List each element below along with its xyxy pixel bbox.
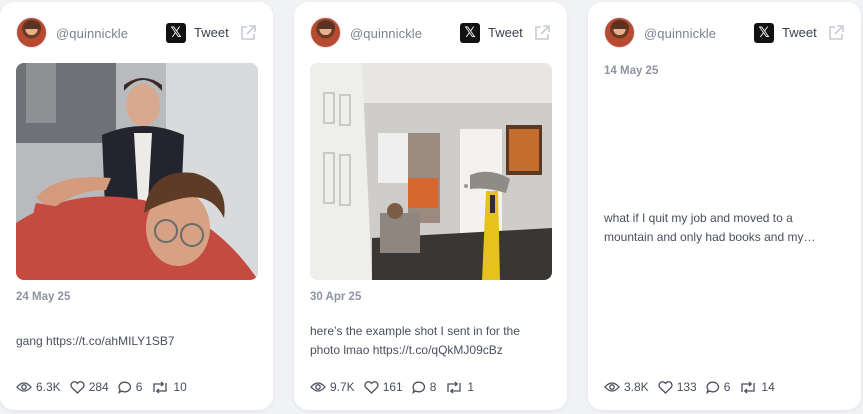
retweets-stat[interactable]: 14 <box>739 380 775 394</box>
tweet-image[interactable] <box>16 63 258 280</box>
eye-icon <box>604 382 620 392</box>
tweet-card[interactable]: @quinnickle 𝕏 Tweet 14 May 25 what if I … <box>588 2 861 410</box>
x-logo-icon: 𝕏 <box>754 23 774 43</box>
tweet-date: 14 May 25 <box>604 65 659 77</box>
tweet-header: @quinnickle 𝕏 Tweet <box>16 17 259 49</box>
tweet-stats: 3.8K 133 6 14 <box>604 378 784 396</box>
user-handle[interactable]: @quinnickle <box>644 26 716 41</box>
avatar[interactable] <box>310 17 341 48</box>
views-count: 3.8K <box>624 380 649 394</box>
retweets-stat[interactable]: 10 <box>151 380 187 394</box>
tweet-text: here’s the example shot I sent in for th… <box>310 324 520 357</box>
retweets-count: 14 <box>761 380 775 394</box>
views-stat: 6.3K <box>16 380 61 394</box>
replies-stat[interactable]: 8 <box>411 380 437 394</box>
retweets-stat[interactable]: 1 <box>445 380 474 394</box>
likes-stat[interactable]: 133 <box>658 380 697 394</box>
comment-icon <box>117 381 131 394</box>
tweet-header: @quinnickle 𝕏 Tweet <box>310 17 553 49</box>
likes-count: 284 <box>88 380 109 394</box>
likes-count: 161 <box>382 380 403 394</box>
tweet-text: gang https://t.co/ahMILY1SB7 <box>16 334 175 348</box>
retweets-count: 10 <box>173 380 187 394</box>
tweet-link-label[interactable]: Tweet <box>194 25 229 40</box>
tweet-card[interactable]: @quinnickle 𝕏 Tweet 30 Apr 25 here’s the… <box>294 2 567 410</box>
avatar[interactable] <box>16 17 47 48</box>
eye-icon <box>16 382 32 392</box>
eye-icon <box>310 382 326 392</box>
tweet-stats: 9.7K 161 8 1 <box>310 378 483 396</box>
tweet-card[interactable]: @quinnickle 𝕏 Tweet 24 May 25 gang https… <box>0 2 273 410</box>
external-link-icon[interactable] <box>826 23 846 43</box>
user-handle[interactable]: @quinnickle <box>350 26 422 41</box>
tweet-link-label[interactable]: Tweet <box>488 25 523 40</box>
views-stat: 3.8K <box>604 380 649 394</box>
replies-stat[interactable]: 6 <box>117 380 143 394</box>
likes-stat[interactable]: 284 <box>70 380 109 394</box>
retweet-icon <box>153 381 168 393</box>
heart-icon <box>658 380 673 394</box>
heart-icon <box>70 380 85 394</box>
x-logo-icon: 𝕏 <box>166 23 186 43</box>
external-link-icon[interactable] <box>532 23 552 43</box>
heart-icon <box>364 380 379 394</box>
avatar[interactable] <box>604 17 635 48</box>
comment-icon <box>705 381 719 394</box>
retweet-icon <box>741 381 756 393</box>
x-logo-icon: 𝕏 <box>460 23 480 43</box>
views-count: 9.7K <box>330 380 355 394</box>
replies-stat[interactable]: 6 <box>705 380 731 394</box>
tweet-image[interactable] <box>310 63 552 280</box>
tweet-text: what if I quit my job and moved to a mou… <box>604 211 816 244</box>
tweet-date: 30 Apr 25 <box>310 291 362 303</box>
views-stat: 9.7K <box>310 380 355 394</box>
tweet-date: 24 May 25 <box>16 291 71 303</box>
tweet-header: @quinnickle 𝕏 Tweet <box>604 17 847 49</box>
retweets-count: 1 <box>467 380 475 394</box>
likes-stat[interactable]: 161 <box>364 380 403 394</box>
replies-count: 6 <box>135 380 143 394</box>
likes-count: 133 <box>676 380 697 394</box>
user-handle[interactable]: @quinnickle <box>56 26 128 41</box>
tweet-link-label[interactable]: Tweet <box>782 25 817 40</box>
retweet-icon <box>447 381 462 393</box>
tweet-stats: 6.3K 284 6 10 <box>16 378 196 396</box>
replies-count: 6 <box>723 380 731 394</box>
external-link-icon[interactable] <box>238 23 258 43</box>
views-count: 6.3K <box>36 380 61 394</box>
comment-icon <box>411 381 425 394</box>
replies-count: 8 <box>429 380 437 394</box>
